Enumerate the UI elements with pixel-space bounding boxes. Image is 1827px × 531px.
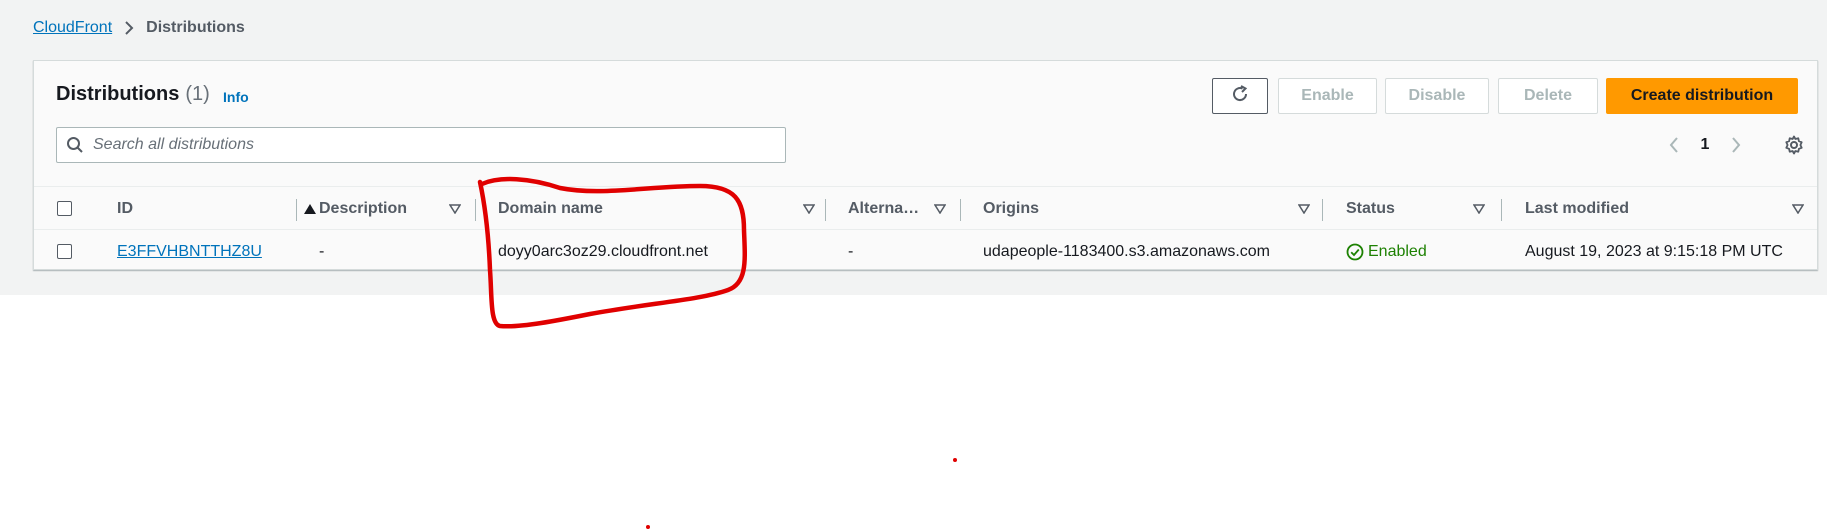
- gear-icon[interactable]: [1780, 131, 1808, 159]
- column-header-origins[interactable]: Origins: [983, 187, 1343, 231]
- breadcrumb-cloudfront-link[interactable]: CloudFront: [33, 19, 112, 37]
- column-label-domain: Domain name: [498, 200, 603, 217]
- select-all-checkbox[interactable]: [57, 201, 72, 216]
- column-divider[interactable]: [1501, 199, 1502, 221]
- refresh-icon: [1230, 84, 1250, 109]
- row-checkbox[interactable]: [57, 244, 72, 259]
- column-header-alternate[interactable]: Alterna…: [848, 187, 978, 231]
- breadcrumb: CloudFront Distributions: [33, 16, 245, 40]
- disable-button[interactable]: Disable: [1385, 78, 1489, 114]
- cell-modified: August 19, 2023 at 9:15:18 PM UTC: [1525, 243, 1783, 260]
- cell-origins: udapeople-1183400.s3.amazonaws.com: [983, 243, 1271, 260]
- current-page[interactable]: 1: [1686, 136, 1724, 154]
- title-text: Distributions: [56, 83, 180, 105]
- cell-description: -: [319, 243, 325, 260]
- cell-status: Enabled: [1346, 230, 1427, 274]
- previous-page-icon[interactable]: [1662, 133, 1686, 157]
- column-label-modified: Last modified: [1525, 200, 1630, 217]
- status-text: Enabled: [1368, 243, 1427, 260]
- table-row[interactable]: E3FFVHBNTTHZ8U - doyy0arc3oz29.cloudfron…: [34, 230, 1817, 274]
- sort-down-icon: [933, 202, 947, 216]
- status-badge: Enabled: [1346, 243, 1427, 261]
- cell-alternate: -: [848, 243, 854, 260]
- column-header-domain[interactable]: Domain name: [498, 187, 848, 231]
- column-header-status[interactable]: Status: [1346, 187, 1516, 231]
- chevron-right-icon: [124, 20, 134, 36]
- column-label-alternate: Alterna…: [848, 200, 920, 217]
- distributions-panel: Distributions (1) Info Enable Disable De…: [33, 60, 1818, 270]
- column-header-modified[interactable]: Last modified: [1525, 187, 1805, 231]
- column-label-status: Status: [1346, 200, 1395, 217]
- column-divider[interactable]: [296, 199, 297, 221]
- enable-button[interactable]: Enable: [1278, 78, 1377, 114]
- column-divider[interactable]: [1322, 199, 1323, 221]
- info-link[interactable]: Info: [223, 89, 249, 105]
- column-header-description[interactable]: Description: [319, 187, 494, 231]
- sort-down-icon: [1297, 202, 1311, 216]
- next-page-icon[interactable]: [1724, 133, 1748, 157]
- search-icon: [57, 128, 93, 162]
- annotation-dot: [646, 525, 650, 529]
- column-divider[interactable]: [475, 199, 476, 221]
- sort-down-icon: [448, 202, 462, 216]
- delete-button[interactable]: Delete: [1498, 78, 1598, 114]
- search-input[interactable]: [93, 130, 785, 160]
- cell-domain: doyy0arc3oz29.cloudfront.net: [498, 243, 708, 260]
- column-label-description: Description: [319, 200, 408, 217]
- table-header: ID Description Domain name Alterna… Orig…: [34, 186, 1817, 230]
- pagination: 1: [1662, 131, 1748, 159]
- sort-down-icon: [1472, 202, 1486, 216]
- sort-ascending-icon: [303, 202, 317, 216]
- search-box: [56, 127, 786, 163]
- sort-down-icon: [1791, 202, 1805, 216]
- create-distribution-button[interactable]: Create distribution: [1606, 78, 1798, 114]
- distribution-id-link[interactable]: E3FFVHBNTTHZ8U: [117, 243, 262, 261]
- page-title: Distributions (1): [56, 83, 210, 106]
- breadcrumb-current: Distributions: [146, 19, 245, 36]
- column-divider[interactable]: [825, 199, 826, 221]
- annotation-dot: [953, 458, 957, 462]
- check-circle-icon: [1346, 243, 1364, 261]
- column-label-origins: Origins: [983, 200, 1040, 217]
- refresh-button[interactable]: [1212, 78, 1268, 114]
- cell-id: E3FFVHBNTTHZ8U: [117, 230, 262, 274]
- sort-down-icon: [802, 202, 816, 216]
- column-label-id: ID: [117, 200, 133, 217]
- distributions-table: ID Description Domain name Alterna… Orig…: [34, 186, 1817, 274]
- column-divider[interactable]: [960, 199, 961, 221]
- distribution-count: (1): [185, 83, 210, 105]
